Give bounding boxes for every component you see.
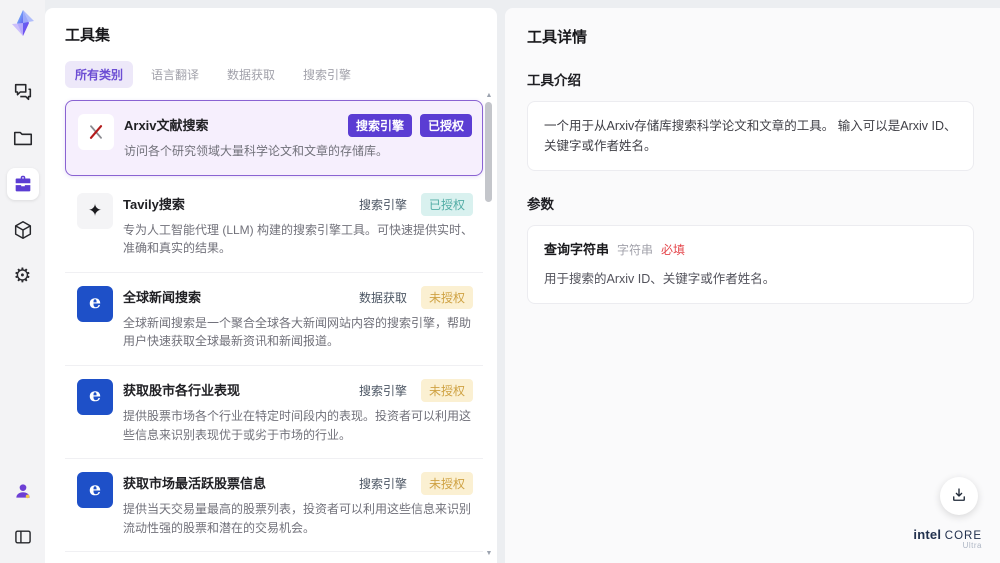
scrollbar-thumb[interactable] — [485, 102, 492, 202]
auth-status-badge: 未授权 — [420, 472, 473, 496]
category-badge: 搜索引擎 — [347, 114, 412, 137]
tool-name: 全球新闻搜索 — [123, 289, 202, 305]
download-icon — [950, 486, 968, 507]
detail-title: 工具详情 — [527, 29, 588, 46]
news-logo-icon: e — [88, 291, 102, 314]
scrollbar-up-icon[interactable]: ▲ — [484, 92, 494, 99]
category-tab[interactable]: 所有类别 — [65, 61, 134, 88]
news-logo-icon: e — [88, 384, 102, 407]
sidebar-item-chat[interactable] — [7, 76, 39, 108]
arxiv-logo-icon — [89, 125, 103, 139]
nav-rail: ⚙ — [0, 0, 45, 563]
tool-description: 提供当天交易量最高的股票列表，投资者可以利用这些信息来识别流动性强的股票和潜在的… — [123, 502, 472, 535]
tool-cards-list: Arxiv文献搜索 搜索引擎 已授权 访问各个研究领域大量科学论文和文章的存储库… — [65, 100, 483, 563]
params-heading: 参数 — [527, 197, 554, 212]
param-required-badge: 必填 — [661, 243, 686, 257]
chat-icon — [12, 81, 34, 103]
page-title: 工具集 — [65, 27, 111, 44]
category-tab[interactable]: 数据获取 — [217, 61, 285, 88]
category-badge: 搜索引擎 — [358, 197, 407, 212]
tool-card[interactable]: e 全球新闻搜索 数据获取 未授权 全球新闻搜索是一个聚合全球各大新闻网站内容的… — [65, 272, 483, 366]
scrollbar-down-icon[interactable]: ▼ — [484, 550, 494, 557]
tool-card[interactable]: e 获取市场最活跃股票信息 搜索引擎 未授权 提供当天交易量最高的股票列表，投资… — [65, 459, 483, 553]
tool-name: Tavily搜索 — [123, 196, 185, 212]
tool-description: 专为人工智能代理 (LLM) 构建的搜索引擎工具。可快速提供实时、准确和真实的结… — [123, 222, 474, 256]
tool-description: 访问各个研究领域大量科学论文和文章的存储库。 — [124, 144, 389, 158]
tool-icon — [78, 114, 114, 150]
tool-card[interactable]: e 获取股市各行业表现 搜索引擎 未授权 提供股票市场各个行业在特定时间段内的表… — [65, 365, 483, 460]
sidebar-item-files[interactable] — [7, 122, 39, 154]
news-logo-icon: e — [88, 477, 102, 500]
sidebar-item-collapse[interactable] — [7, 521, 39, 553]
tool-name: 获取股市各行业表现 — [123, 382, 241, 398]
tool-icon: ✦ — [77, 192, 113, 229]
sidebar-item-account[interactable] — [7, 475, 39, 507]
briefcase-icon — [12, 173, 34, 195]
sidebar-item-settings[interactable]: ⚙ — [7, 260, 39, 292]
tool-icon: e — [77, 285, 113, 322]
auth-status-badge: 已授权 — [419, 114, 472, 137]
intel-core-logo: intel CORE Ultra — [913, 526, 982, 551]
auth-status-badge: 未授权 — [420, 378, 473, 402]
user-avatar-icon — [13, 481, 33, 501]
sidebar-item-models[interactable] — [7, 214, 39, 246]
param-name: 查询字符串 — [544, 242, 610, 257]
folder-icon — [12, 127, 34, 149]
category-badge: 搜索引擎 — [358, 383, 407, 398]
scrollbar[interactable]: ▲ ▼ — [484, 92, 494, 557]
intro-text: 一个用于从Arxiv存储库搜索科学论文和文章的工具。 输入可以是Arxiv ID… — [527, 101, 974, 171]
tool-description: 全球新闻搜索是一个聚合全球各大新闻网站内容的搜索引擎，帮助用户快速获取全球最新资… — [123, 315, 472, 349]
category-badge: 数据获取 — [358, 290, 407, 305]
tool-detail-panel: 工具详情 工具介绍 一个用于从Arxiv存储库搜索科学论文和文章的工具。 输入可… — [505, 8, 1000, 563]
intro-heading: 工具介绍 — [527, 73, 581, 88]
app-logo-icon[interactable] — [8, 8, 38, 38]
category-tabs: 所有类别 语言翻译 数据获取 搜索引擎 — [65, 61, 483, 88]
category-badge: 搜索引擎 — [358, 477, 407, 492]
app-window: ⚙ 工具集 所有类别 语言翻译 数据获取 搜索引擎 Arxiv文献搜索 搜索引擎… — [0, 0, 1000, 563]
tool-icon: e — [77, 472, 113, 509]
sidebar-item-tools[interactable] — [6, 168, 39, 200]
tool-card[interactable]: 万维地区新闻查询 搜索引擎 未授权 查询具体行政区划内的新闻，快速了解各地新闻动… — [65, 552, 483, 563]
cube-icon — [12, 219, 34, 241]
param-card: 查询字符串 字符串 必填 用于搜索的Arxiv ID、关键字或作者姓名。 — [527, 225, 974, 304]
category-tab[interactable]: 语言翻译 — [141, 61, 209, 88]
brand-ultra: Ultra — [962, 541, 982, 551]
tool-list-panel: 工具集 所有类别 语言翻译 数据获取 搜索引擎 Arxiv文献搜索 搜索引擎 已授权 … — [45, 8, 497, 563]
tool-name: 获取市场最活跃股票信息 — [123, 476, 267, 492]
tool-description: 提供股票市场各个行业在特定时间段内的表现。投资者可以利用这些信息来识别表现优于或… — [123, 408, 472, 442]
auth-status-badge: 已授权 — [420, 192, 473, 216]
tool-icon: e — [77, 378, 113, 415]
download-button[interactable] — [940, 477, 978, 515]
tool-card[interactable]: Arxiv文献搜索 搜索引擎 已授权 访问各个研究领域大量科学论文和文章的存储库… — [65, 100, 483, 176]
brand-core: CORE — [944, 529, 982, 542]
tavily-star-icon: ✦ — [87, 201, 103, 221]
tool-card[interactable]: ✦ Tavily搜索 搜索引擎 已授权 专为人工智能代理 (LLM) 构建的搜索… — [65, 179, 483, 273]
param-type: 字符串 — [617, 243, 654, 257]
category-tab[interactable]: 搜索引擎 — [293, 61, 361, 88]
auth-status-badge: 未授权 — [420, 285, 473, 309]
brand-intel: intel — [913, 526, 942, 542]
panel-toggle-icon — [13, 527, 33, 547]
tool-name: Arxiv文献搜索 — [124, 118, 209, 133]
param-description: 用于搜索的Arxiv ID、关键字或作者姓名。 — [544, 271, 776, 286]
gear-icon: ⚙ — [13, 265, 32, 287]
